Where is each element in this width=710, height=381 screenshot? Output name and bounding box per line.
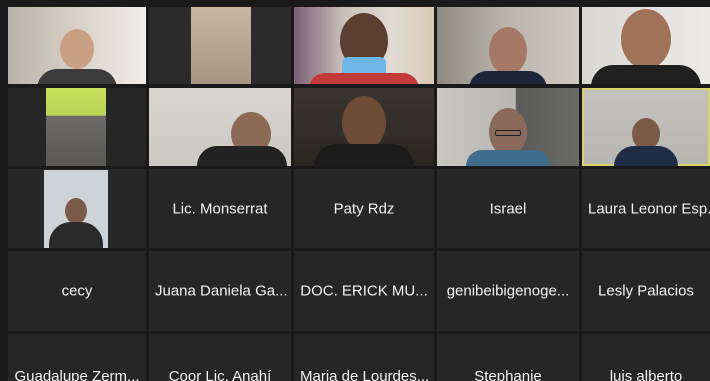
participant-tile-6[interactable] [8,88,146,166]
participant-video [294,88,434,166]
participant-profile-picture [44,170,108,248]
participant-name: Maria de Lourdes... [300,368,430,381]
gallery-grid: Lic. Monserrat Paty Rdz Israel Laura Leo… [0,0,710,381]
participant-name: Stephanie [474,368,542,381]
participant-tile-24[interactable]: Stephanie [437,334,579,381]
participant-tile-21[interactable]: Guadalupe Zerm... [8,334,146,381]
participant-tile-25[interactable]: luis alberto [582,334,710,381]
participant-video [149,88,291,166]
participant-name: Guadalupe Zerm... [14,368,140,381]
participant-video [582,88,710,166]
participant-tile-20[interactable]: Lesly Palacios [582,251,710,331]
participant-tile-1[interactable] [8,7,146,84]
participant-tile-2[interactable] [149,7,291,84]
participant-tile-14[interactable]: Israel [437,169,579,248]
participant-tile-11[interactable] [8,169,146,248]
participant-name: DOC. ERICK MU... [300,282,428,300]
participant-tile-10[interactable] [582,88,710,166]
participant-tile-7[interactable] [149,88,291,166]
participant-tile-13[interactable]: Paty Rdz [294,169,434,248]
participant-video [8,88,146,166]
participant-name: luis alberto [609,368,683,381]
participant-name: Paty Rdz [333,200,395,217]
participant-tile-4[interactable] [437,7,579,84]
participant-name: Coor Lic. Anahí [168,368,272,381]
participant-tile-16[interactable]: cecy [8,251,146,331]
participant-tile-15[interactable]: Laura Leonor Esp... [582,169,710,248]
participant-tile-19[interactable]: genibeibigenoge... [437,251,579,331]
participant-tile-8[interactable] [294,88,434,166]
participant-video [582,7,710,84]
participant-name: genibeibigenoge... [446,282,570,300]
participant-name: Laura Leonor Esp... [588,200,710,217]
participant-tile-9[interactable] [437,88,579,166]
participant-video [149,7,291,84]
participant-name: Lic. Monserrat [172,200,268,217]
participant-video [437,7,579,84]
participant-video [8,7,146,84]
participant-tile-22[interactable]: Coor Lic. Anahí [149,334,291,381]
participant-name: Juana Daniela Ga... [155,282,288,300]
participant-name: Israel [489,200,527,217]
participant-video [437,88,579,166]
participant-name: Lesly Palacios [598,282,694,300]
participant-tile-18[interactable]: DOC. ERICK MU... [294,251,434,331]
participant-tile-3[interactable] [294,7,434,84]
participant-tile-12[interactable]: Lic. Monserrat [149,169,291,248]
participant-name: cecy [61,282,93,300]
participant-tile-17[interactable]: Juana Daniela Ga... [149,251,291,331]
participant-tile-23[interactable]: Maria de Lourdes... [294,334,434,381]
participant-tile-5[interactable] [582,7,710,84]
participant-video [294,7,434,84]
